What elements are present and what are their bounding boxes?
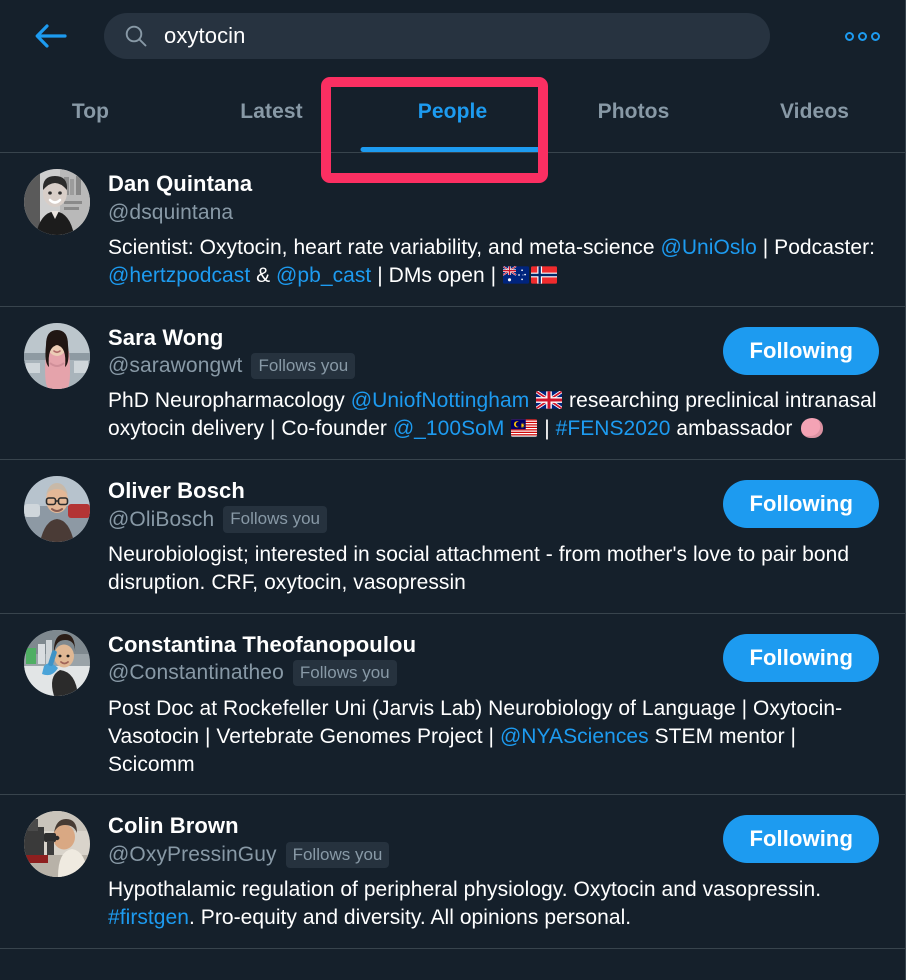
- tab-label: Photos: [597, 100, 670, 123]
- dot-2: [857, 31, 867, 41]
- flag-au-icon: [503, 265, 529, 284]
- user-result-card[interactable]: Sara Wong @sarawongwt Follows you PhD Neuro…: [0, 307, 905, 461]
- dot-3: [870, 31, 880, 41]
- tab-label: People: [417, 100, 488, 123]
- avatar-sara-wong[interactable]: [24, 322, 90, 389]
- flag-gb-icon: [536, 391, 563, 410]
- bio-mention-link[interactable]: @pb_cast: [276, 264, 371, 287]
- search-field[interactable]: [104, 13, 770, 59]
- more-options-icon[interactable]: [841, 15, 883, 57]
- user-bio: Neurobiologist; interested in social att…: [108, 543, 850, 594]
- avatar-oliver-bosch[interactable]: [24, 476, 90, 543]
- more-dots: [844, 31, 880, 41]
- following-button[interactable]: Following: [723, 633, 879, 682]
- back-arrow-icon[interactable]: [30, 15, 72, 57]
- user-result-card[interactable]: Constantina Theofanopoulou @Constantinath…: [0, 614, 905, 796]
- user-bio: Scientist: Oxytocin, heart rate variabil…: [108, 235, 876, 287]
- brain-icon: [801, 418, 824, 439]
- bio-hashtag-link[interactable]: #firstgen: [108, 906, 189, 929]
- user-handle[interactable]: @Constantinatheo: [108, 659, 284, 686]
- bio-mention-link[interactable]: @NYASciences: [500, 725, 649, 748]
- search-header: [0, 0, 905, 72]
- tab-latest[interactable]: Latest: [181, 72, 362, 152]
- follows-you-badge: Follows you: [251, 352, 356, 379]
- bio-mention-link[interactable]: @UniOslo: [660, 236, 756, 259]
- display-name[interactable]: Colin Brown: [108, 812, 239, 840]
- flag-my-icon: [511, 419, 538, 438]
- follows-you-badge: Follows you: [223, 506, 328, 533]
- user-bio: PhD Neuropharmacology @UniofNottingham r…: [108, 389, 877, 441]
- bio-hashtag-link[interactable]: #FENS2020: [556, 417, 671, 440]
- tab-label: Top: [71, 100, 110, 123]
- bio-mention-link[interactable]: @UniofNottingham: [351, 389, 530, 412]
- follows-you-badge: Follows you: [285, 841, 390, 868]
- dot-1: [844, 31, 854, 41]
- name-row: Dan Quintana: [108, 170, 879, 198]
- user-bio: Post Doc at Rockefeller Uni (Jarvis Lab)…: [108, 696, 843, 776]
- search-icon: [124, 24, 148, 48]
- handle-row: @dsquintana: [108, 199, 879, 226]
- tab-people[interactable]: People: [362, 72, 543, 152]
- following-button[interactable]: Following: [723, 326, 879, 375]
- user-bio: Hypothalamic regulation of peripheral ph…: [108, 878, 822, 930]
- tab-label: Latest: [240, 100, 303, 123]
- user-handle[interactable]: @sarawongwt: [108, 352, 242, 379]
- tab-top[interactable]: Top: [0, 72, 181, 152]
- following-button[interactable]: Following: [723, 815, 879, 864]
- display-name[interactable]: Sara Wong: [108, 324, 223, 352]
- display-name[interactable]: Constantina Theofanopoulou: [108, 631, 416, 659]
- following-button[interactable]: Following: [723, 480, 879, 529]
- avatar-constantina-theofanopoulou[interactable]: [24, 629, 90, 696]
- avatar-colin-brown[interactable]: [24, 811, 90, 878]
- display-name[interactable]: Dan Quintana: [108, 170, 252, 198]
- search-input[interactable]: [164, 23, 750, 49]
- tab-photos[interactable]: Photos: [543, 72, 724, 152]
- avatar-dan-quintana[interactable]: [24, 169, 90, 235]
- bio-mention-link[interactable]: @_100SoM: [393, 417, 505, 440]
- people-results-list: Dan Quintana @dsquintana Scientist: Oxytoc…: [0, 153, 905, 950]
- bio-mention-link[interactable]: @hertzpodcast: [108, 264, 250, 287]
- user-result-card[interactable]: Colin Brown @OxyPressinGuy Follows you Hypo…: [0, 795, 905, 950]
- user-handle[interactable]: @dsquintana: [108, 199, 233, 226]
- user-handle[interactable]: @OxyPressinGuy: [108, 841, 277, 868]
- user-info: Dan Quintana @dsquintana Scientist: Oxytoc…: [108, 169, 879, 290]
- twitter-search-screen: Top Latest People Photos Videos Dan Quintana…: [0, 0, 906, 980]
- user-result-card[interactable]: Dan Quintana @dsquintana Scientist: Oxytoc…: [0, 153, 905, 307]
- search-tabs: Top Latest People Photos Videos: [0, 72, 905, 153]
- user-handle[interactable]: @OliBosch: [108, 506, 214, 533]
- tab-videos[interactable]: Videos: [724, 72, 905, 152]
- follows-you-badge: Follows you: [292, 659, 397, 687]
- tab-label: Videos: [779, 100, 850, 123]
- flag-no-icon: [531, 266, 557, 284]
- display-name[interactable]: Oliver Bosch: [108, 477, 245, 505]
- user-result-card[interactable]: Oliver Bosch @OliBosch Follows you Neurobio…: [0, 460, 905, 614]
